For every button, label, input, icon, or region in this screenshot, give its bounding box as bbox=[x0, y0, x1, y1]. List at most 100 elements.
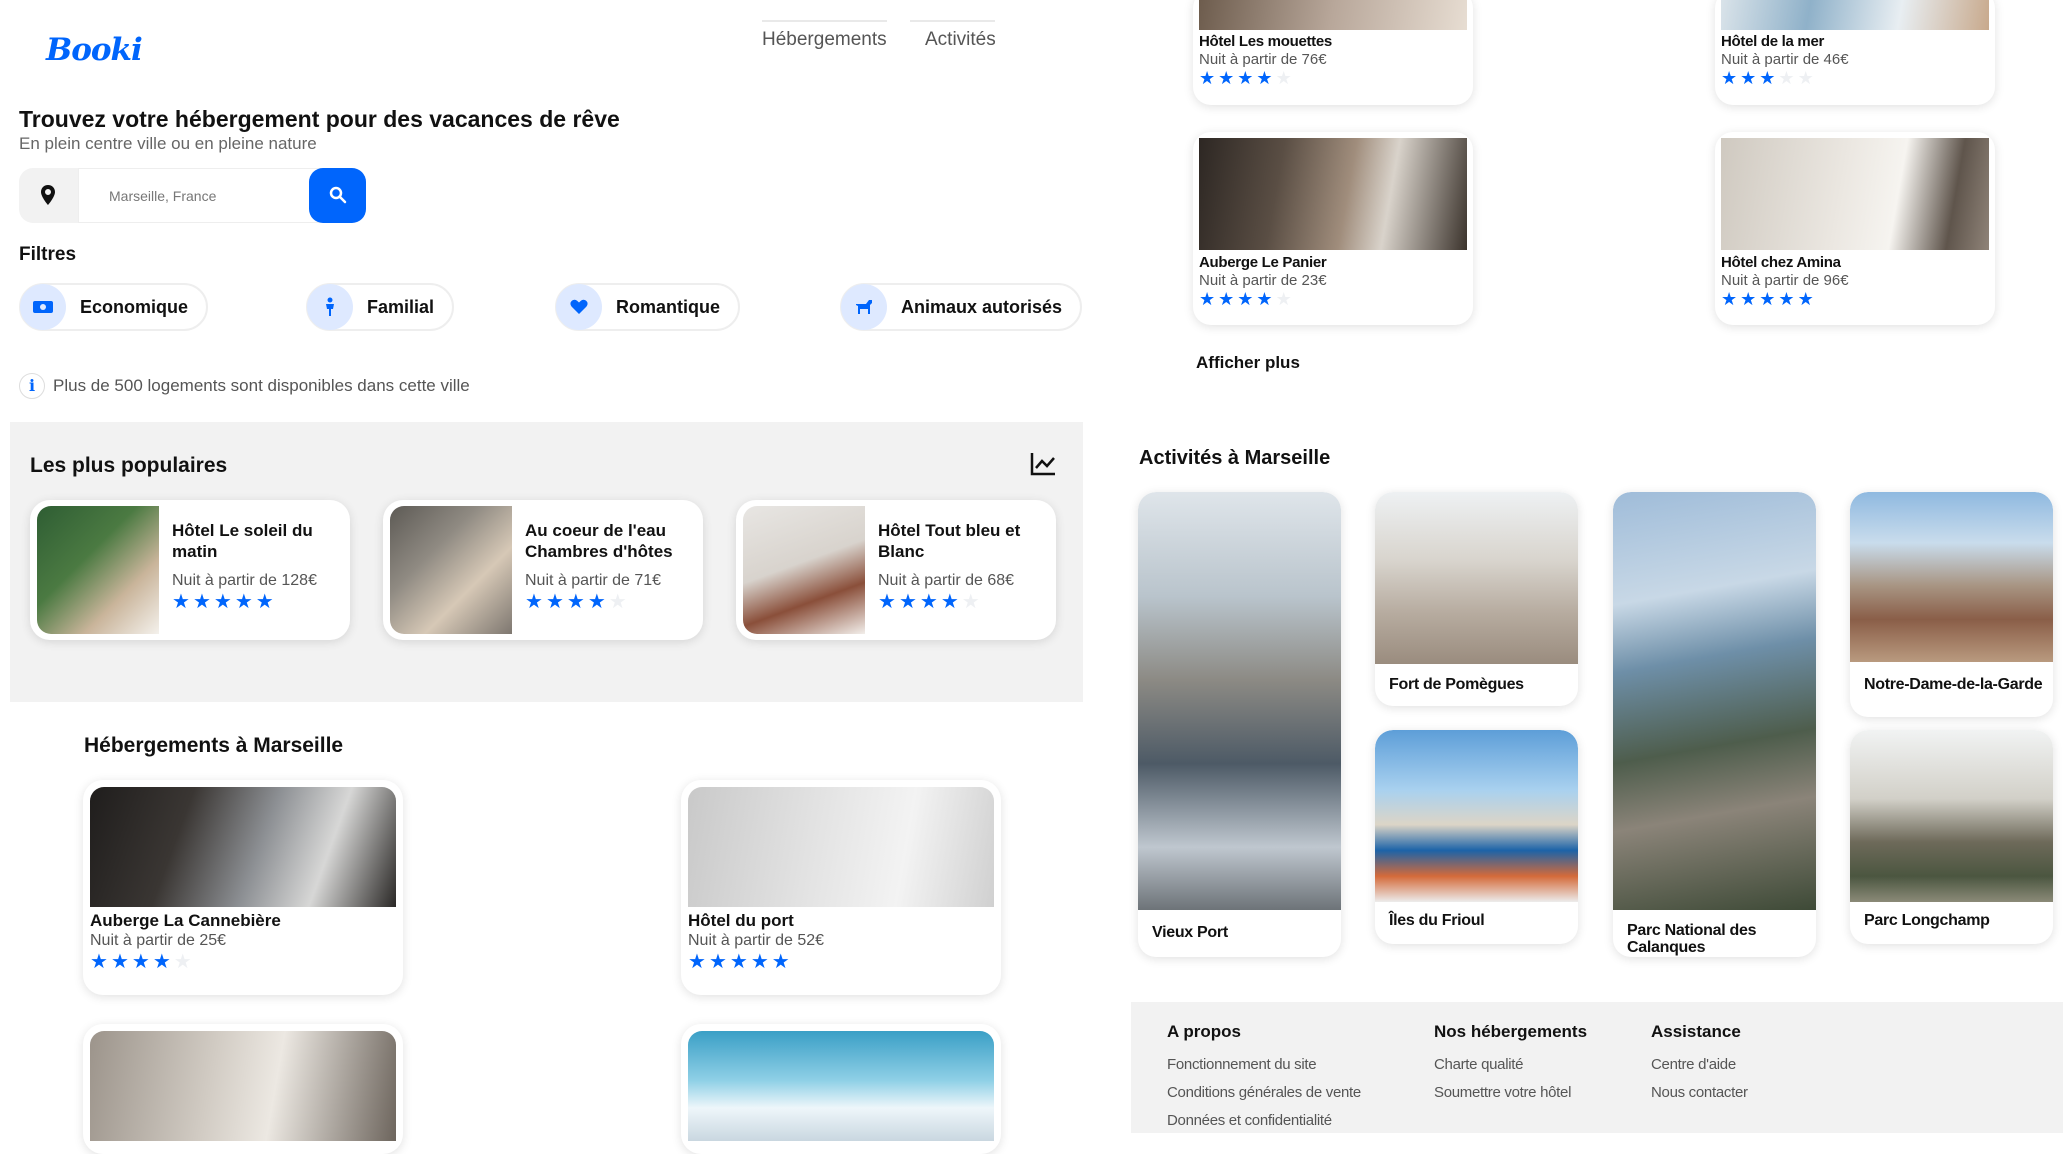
booki-logo[interactable]: Booki bbox=[46, 32, 143, 68]
card-price: Nuit à partir de 23€ bbox=[1199, 272, 1327, 289]
hotel-photo bbox=[1721, 138, 1989, 250]
footer-link[interactable]: Charte qualité bbox=[1434, 1056, 1587, 1073]
info-text: Plus de 500 logements sont disponibles d… bbox=[53, 376, 470, 395]
card-title: Hôtel Tout bleu et Blanc bbox=[878, 521, 1021, 561]
footer-heading: Assistance bbox=[1651, 1022, 1741, 1041]
dog-icon bbox=[841, 283, 887, 330]
hotel-photo bbox=[688, 1031, 994, 1141]
activity-card[interactable]: Parc Longchamp bbox=[1850, 730, 2053, 944]
rating-stars: ★ ★ ★ ★ ★ bbox=[172, 591, 274, 613]
activity-photo bbox=[1375, 730, 1578, 902]
footer-heading: A propos bbox=[1167, 1022, 1241, 1041]
filters-title: Filtres bbox=[19, 244, 77, 265]
activity-card[interactable]: Notre-Dame-de-la-Garde bbox=[1850, 492, 2053, 717]
hotel-photo bbox=[37, 506, 159, 634]
nav-accommodations[interactable]: Hébergements bbox=[762, 20, 887, 50]
filter-label: Animaux autorisés bbox=[901, 296, 1063, 317]
activity-photo bbox=[1375, 492, 1578, 664]
card-price: Nuit à partir de 76€ bbox=[1199, 51, 1327, 68]
rating-stars: ★ ★ ★ ★ ★ bbox=[1199, 289, 1292, 309]
footer-about: A propos Fonctionnement du site Conditio… bbox=[1167, 1022, 1361, 1140]
card-title: Îles du Frioul bbox=[1389, 912, 1485, 929]
footer-link[interactable]: Données et confidentialité bbox=[1167, 1112, 1361, 1129]
card-title: Au coeur de l'eau Chambres d'hôtes bbox=[525, 521, 673, 561]
info-line: i Plus de 500 logements sont disponibles… bbox=[19, 373, 470, 399]
hotel-photo bbox=[90, 787, 396, 907]
card-title: Hôtel Le soleil du matin bbox=[172, 521, 313, 561]
accommodation-card[interactable]: Auberge Le Panier Nuit à partir de 23€ ★… bbox=[1193, 132, 1473, 325]
popular-card[interactable]: Hôtel Le soleil du matin Nuit à partir d… bbox=[30, 500, 350, 640]
child-icon bbox=[307, 283, 353, 330]
activity-card[interactable]: Vieux Port bbox=[1138, 492, 1341, 957]
filter-label: Romantique bbox=[616, 296, 721, 317]
search-bar: Marseille, France bbox=[19, 168, 366, 223]
hero-subtitle: En plein centre ville ou en pleine natur… bbox=[19, 134, 317, 153]
search-button[interactable] bbox=[309, 168, 366, 223]
card-title: Auberge Le Panier bbox=[1199, 254, 1327, 271]
hotel-photo bbox=[1199, 138, 1467, 250]
rating-stars: ★ ★ ★ ★ ★ bbox=[1199, 68, 1292, 88]
activity-card[interactable]: Îles du Frioul bbox=[1375, 730, 1578, 944]
accommodation-card[interactable] bbox=[681, 1024, 1001, 1154]
accommodation-card[interactable]: Hôtel Les mouettes Nuit à partir de 76€ … bbox=[1193, 0, 1473, 105]
popular-title: Les plus populaires bbox=[30, 454, 228, 477]
footer-link[interactable]: Soumettre votre hôtel bbox=[1434, 1084, 1587, 1101]
card-title: Hôtel chez Amina bbox=[1721, 254, 1841, 271]
accommodation-card[interactable] bbox=[83, 1024, 403, 1154]
card-price: Nuit à partir de 25€ bbox=[90, 932, 227, 949]
hotel-photo bbox=[688, 787, 994, 907]
accommodation-card[interactable]: Auberge La Cannebière Nuit à partir de 2… bbox=[83, 780, 403, 995]
rating-stars: ★ ★ ★ ★ ★ bbox=[90, 951, 192, 973]
footer-link[interactable]: Conditions générales de vente bbox=[1167, 1084, 1361, 1101]
filter-familial[interactable]: Familial bbox=[306, 283, 455, 331]
footer-link[interactable]: Fonctionnement du site bbox=[1167, 1056, 1361, 1073]
rating-stars: ★ ★ ★ ★ ★ bbox=[525, 591, 627, 613]
card-title: Notre-Dame-de-la-Garde bbox=[1864, 676, 2043, 693]
activity-photo bbox=[1850, 492, 2053, 662]
footer-heading: Nos hébergements bbox=[1434, 1022, 1588, 1041]
card-title: Vieux Port bbox=[1152, 924, 1228, 941]
card-price: Nuit à partir de 46€ bbox=[1721, 51, 1849, 68]
search-icon bbox=[329, 186, 347, 204]
show-more-link[interactable]: Afficher plus bbox=[1196, 353, 1300, 373]
activities-title: Activités à Marseille bbox=[1139, 447, 1331, 469]
filter-economique[interactable]: Economique bbox=[19, 283, 209, 331]
footer-help: Assistance Centre d'aide Nous contacter bbox=[1651, 1022, 1748, 1112]
filter-animaux[interactable]: Animaux autorisés bbox=[840, 283, 1083, 331]
hotel-photo bbox=[90, 1031, 396, 1141]
card-title: Auberge La Cannebière bbox=[90, 911, 281, 930]
accommodation-card[interactable]: Hôtel chez Amina Nuit à partir de 96€ ★ ★… bbox=[1715, 132, 1995, 325]
footer: A propos Fonctionnement du site Conditio… bbox=[1131, 1002, 2063, 1133]
popular-card[interactable]: Au coeur de l'eau Chambres d'hôtes Nuit … bbox=[383, 500, 703, 640]
card-price: Nuit à partir de 96€ bbox=[1721, 272, 1849, 289]
filter-romantique[interactable]: Romantique bbox=[555, 283, 741, 331]
footer-accommodations: Nos hébergements Charte qualité Soumettr… bbox=[1434, 1022, 1587, 1112]
footer-link[interactable]: Centre d'aide bbox=[1651, 1056, 1748, 1073]
footer-link[interactable]: Nous contacter bbox=[1651, 1084, 1748, 1101]
popular-card[interactable]: Hôtel Tout bleu et Blanc Nuit à partir d… bbox=[736, 500, 1056, 640]
heart-icon bbox=[556, 283, 602, 330]
search-input[interactable]: Marseille, France bbox=[78, 168, 328, 223]
card-title: Hôtel du port bbox=[688, 911, 794, 930]
card-price: Nuit à partir de 68€ bbox=[878, 572, 1015, 589]
filter-label: Familial bbox=[367, 296, 435, 317]
card-title: Hôtel de la mer bbox=[1721, 33, 1825, 50]
activity-card[interactable]: Fort de Pomègues bbox=[1375, 492, 1578, 706]
hotel-photo bbox=[1721, 0, 1989, 30]
info-icon: i bbox=[19, 373, 45, 399]
rating-stars: ★ ★ ★ ★ ★ bbox=[688, 951, 790, 973]
card-price: Nuit à partir de 71€ bbox=[525, 572, 662, 589]
card-title: Hôtel Les mouettes bbox=[1199, 33, 1332, 50]
card-title: Fort de Pomègues bbox=[1389, 676, 1524, 693]
trend-chart-icon bbox=[1030, 453, 1055, 476]
accommodation-card[interactable]: Hôtel de la mer Nuit à partir de 46€ ★ ★ ★… bbox=[1715, 0, 1995, 105]
hotel-photo bbox=[743, 506, 865, 634]
filter-label: Economique bbox=[80, 296, 189, 317]
nav-activities[interactable]: Activités bbox=[910, 20, 996, 50]
rating-stars: ★ ★ ★ ★ ★ bbox=[878, 591, 980, 613]
activity-card[interactable]: Parc National des Calanques bbox=[1613, 492, 1816, 957]
accommodations-title: Hébergements à Marseille bbox=[84, 734, 344, 757]
accommodation-card[interactable]: Hôtel du port Nuit à partir de 52€ ★ ★ ★ ★ ★ bbox=[681, 780, 1001, 995]
hotel-photo bbox=[1199, 0, 1467, 30]
rating-stars: ★ ★ ★ ★ ★ bbox=[1721, 289, 1814, 309]
